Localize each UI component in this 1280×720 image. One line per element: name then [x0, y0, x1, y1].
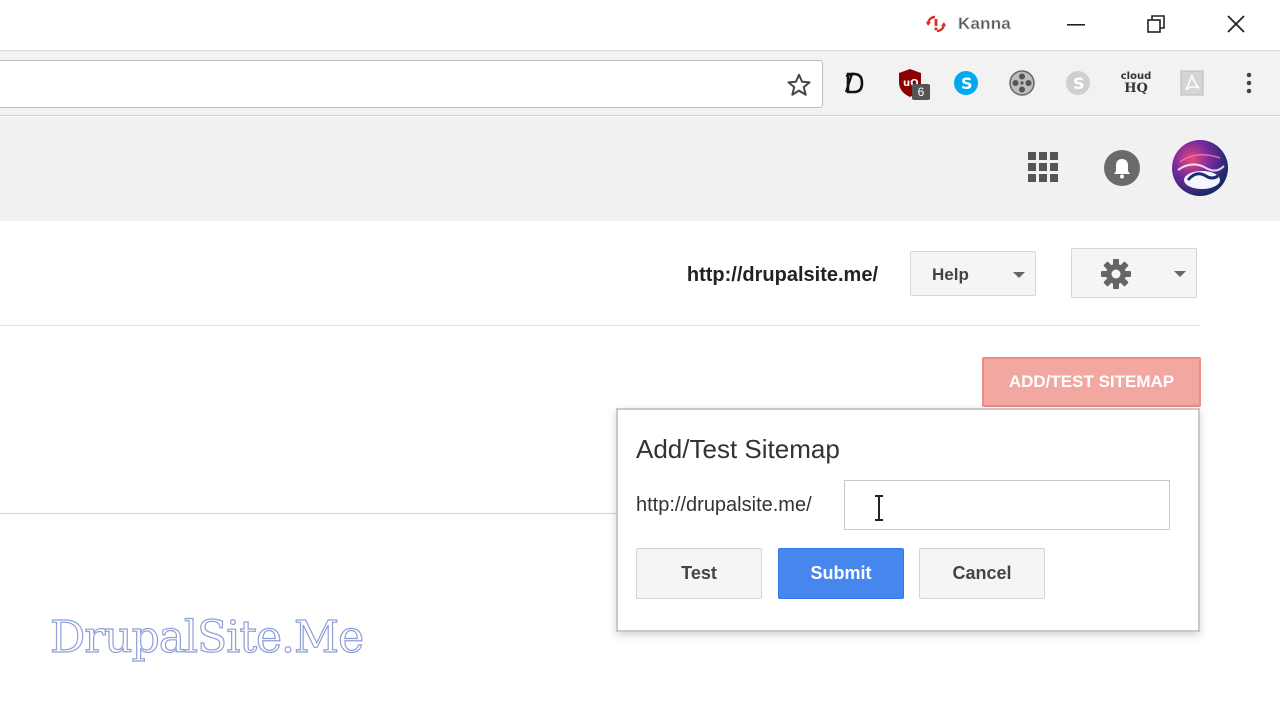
cloudhq-extension[interactable]: cloud HQ	[1118, 66, 1154, 100]
kebab-menu-icon	[1246, 72, 1252, 94]
watermark-text: DrupalSite.Me	[49, 611, 364, 663]
help-label: Help	[932, 265, 969, 284]
film-reel-extension[interactable]	[1006, 66, 1038, 100]
minimize-button[interactable]	[1056, 8, 1096, 40]
property-url: http://drupalsite.me/	[686, 264, 878, 286]
user-profile-badge[interactable]: Kanna	[924, 12, 1011, 36]
dialog-title: Add/Test Sitemap	[636, 434, 840, 464]
avatar-image-icon	[1177, 154, 1225, 189]
close-button[interactable]	[1216, 8, 1256, 40]
sync-error-icon	[926, 15, 946, 33]
address-bar[interactable]	[0, 60, 823, 108]
skype-icon: S	[954, 71, 978, 95]
browser-toolbar: uO 6 S S cloud HQ	[0, 50, 1280, 116]
restore-icon	[1147, 15, 1165, 33]
app-header	[0, 117, 1280, 221]
add-test-sitemap-dialog: Add/Test Sitemap http://drupalsite.me/ T…	[616, 408, 1200, 632]
minimize-icon	[1067, 24, 1085, 26]
star-icon[interactable]	[786, 72, 812, 98]
user-avatar[interactable]	[1172, 140, 1228, 196]
pdf-extension[interactable]	[1176, 66, 1208, 100]
svg-text:S: S	[1073, 74, 1085, 93]
notifications-button[interactable]	[1104, 150, 1140, 186]
help-dropdown-button[interactable]: Help	[910, 251, 1036, 296]
skype-extension[interactable]: S	[950, 66, 982, 100]
chevron-down-icon	[1013, 272, 1025, 278]
close-icon	[1227, 15, 1245, 33]
window-title-bar: Kanna	[0, 0, 1280, 50]
bell-icon	[1114, 159, 1130, 179]
settings-dropdown-button[interactable]	[1071, 248, 1197, 298]
svg-text:S: S	[961, 74, 973, 93]
ublock-extension[interactable]: uO 6	[894, 66, 930, 100]
test-button[interactable]: Test	[636, 548, 762, 599]
sitemap-path-input[interactable]	[844, 480, 1170, 530]
browser-menu-button[interactable]	[1234, 66, 1264, 100]
restore-button[interactable]	[1136, 8, 1176, 40]
dashlane-icon	[844, 72, 864, 94]
header-divider	[0, 325, 1201, 326]
chevron-down-icon	[1174, 271, 1186, 277]
cancel-button[interactable]: Cancel	[919, 548, 1045, 599]
skype-grey-icon: S	[1066, 71, 1090, 95]
cloudhq-icon: cloud HQ	[1120, 70, 1152, 96]
apps-grid-icon[interactable]	[1028, 152, 1058, 182]
film-reel-icon	[1009, 70, 1035, 96]
pdf-icon	[1180, 70, 1204, 96]
sitemap-url-prefix: http://drupalsite.me/	[636, 494, 812, 516]
skype-grey-extension[interactable]: S	[1062, 66, 1094, 100]
content-divider	[0, 513, 617, 514]
add-test-sitemap-button[interactable]: ADD/TEST SITEMAP	[982, 357, 1201, 407]
dashlane-extension[interactable]	[838, 66, 870, 100]
ublock-count-badge: 6	[912, 84, 930, 100]
submit-button[interactable]: Submit	[778, 548, 904, 599]
user-name: Kanna	[958, 14, 1011, 33]
gear-icon	[1101, 259, 1131, 289]
